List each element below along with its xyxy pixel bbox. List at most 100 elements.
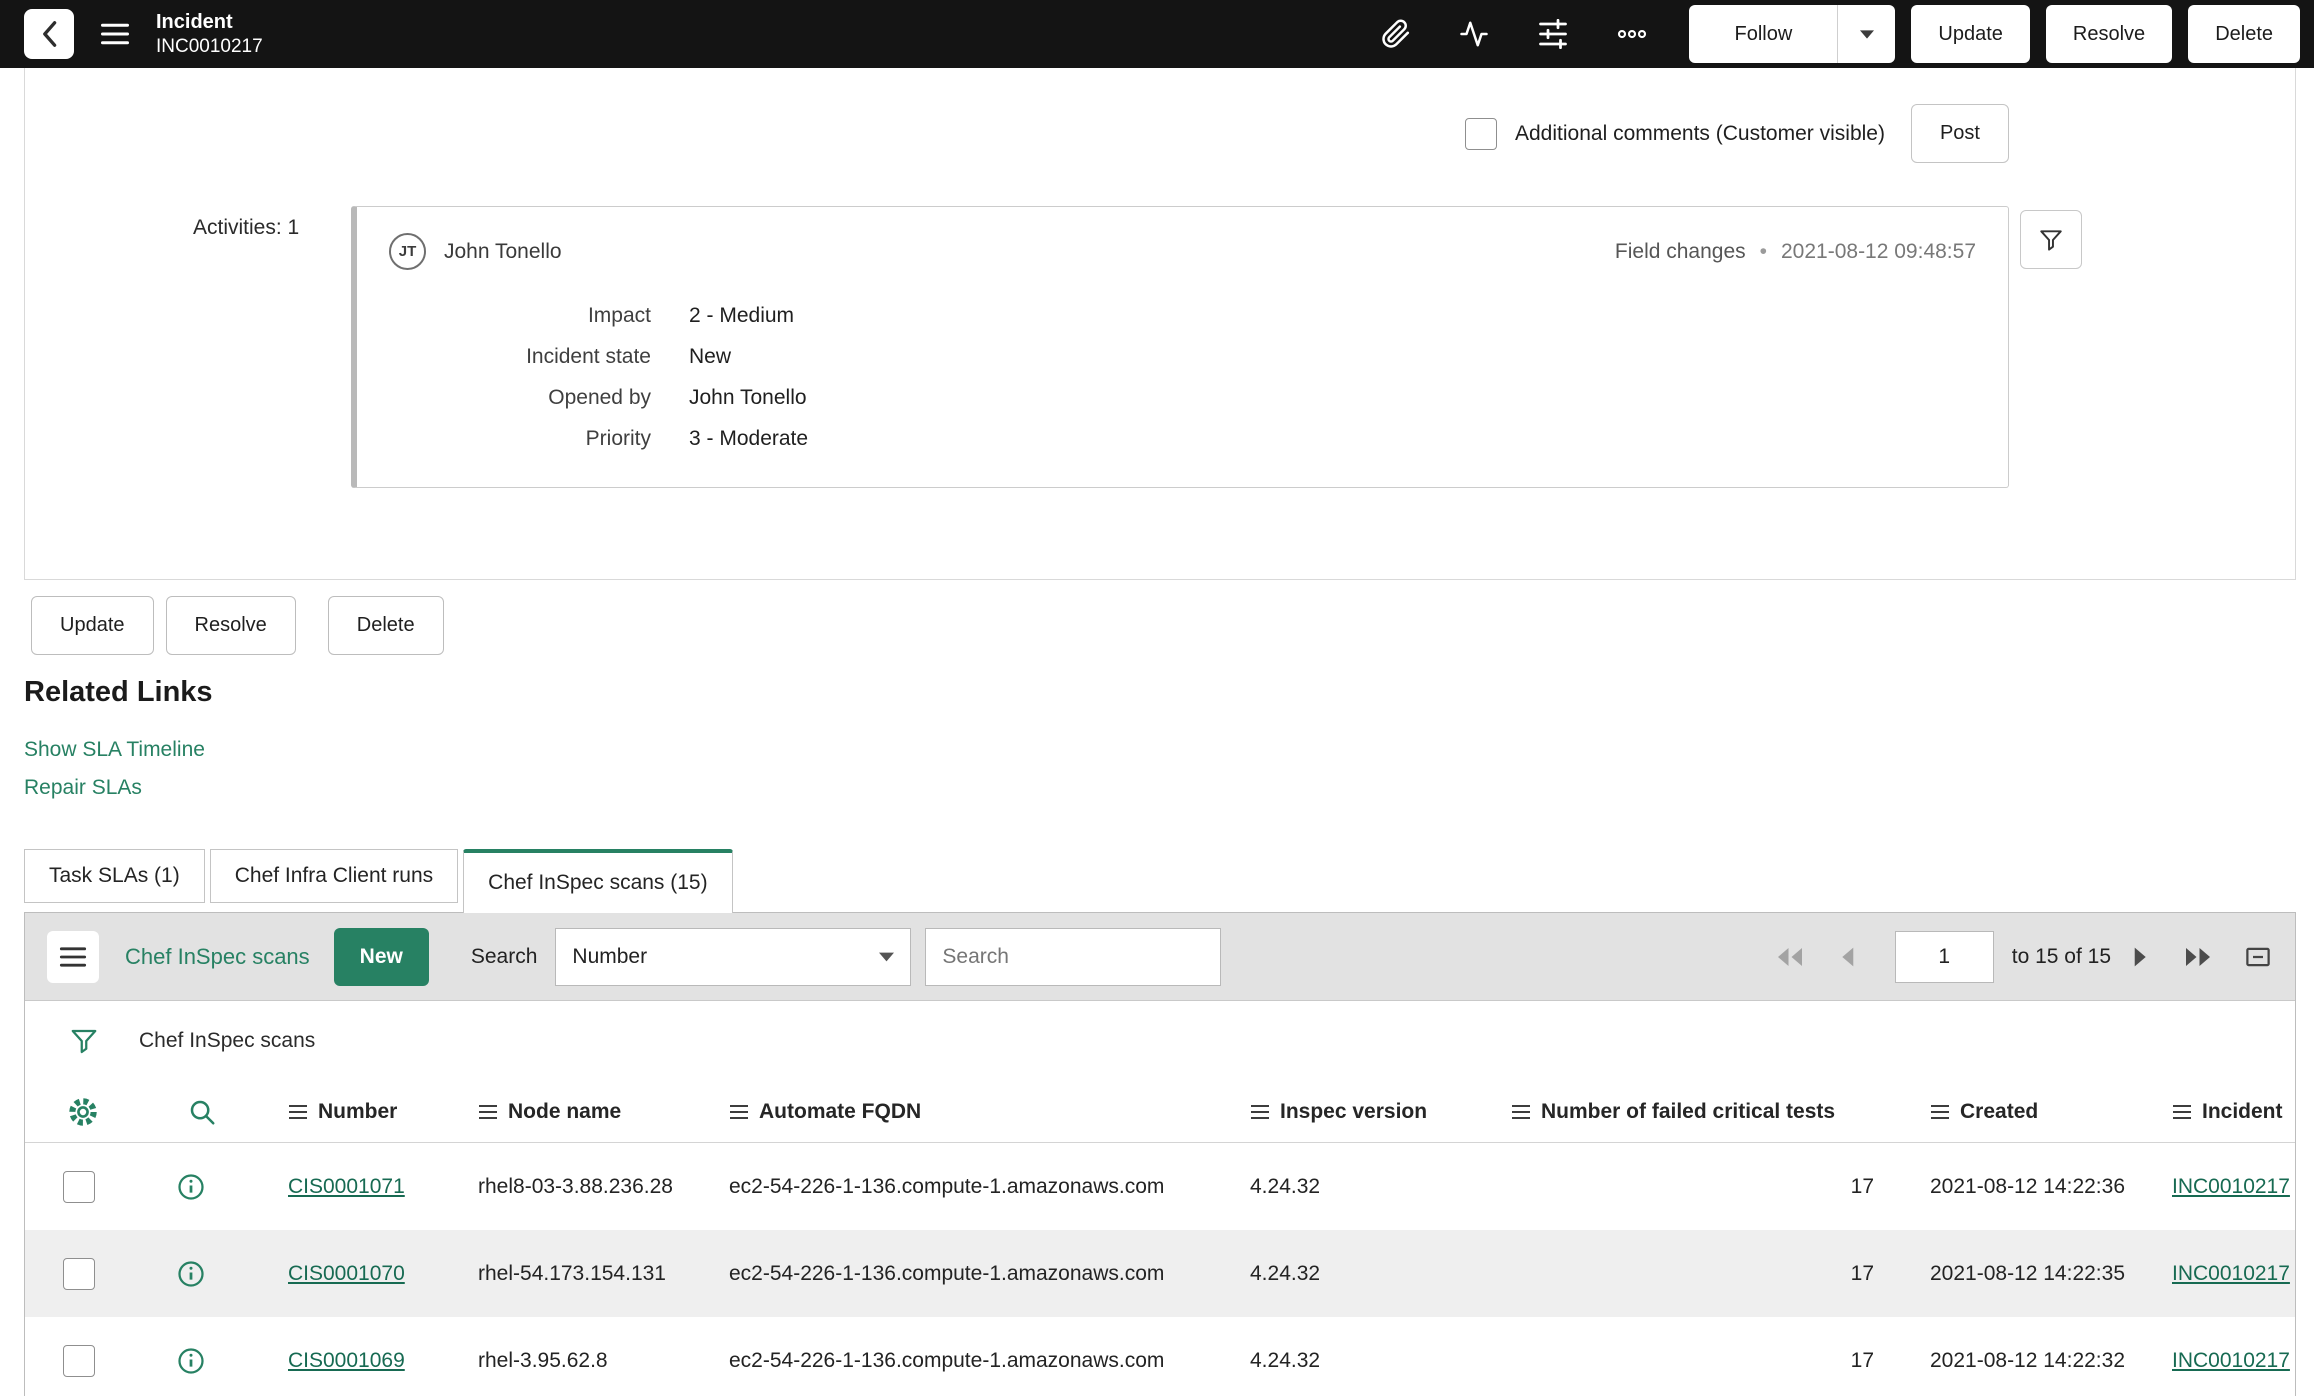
show-sla-timeline-link[interactable]: Show SLA Timeline — [24, 738, 205, 762]
column-header-label: Inspec version — [1280, 1099, 1428, 1123]
row-select-checkbox[interactable] — [63, 1344, 95, 1377]
automate-fqdn-cell: ec2-54-226-1-136.compute-1.amazonaws.com — [729, 1261, 1165, 1285]
activity-field-value: 3 - Moderate — [689, 427, 809, 450]
pagination-range: to 15 of 15 — [2011, 944, 2111, 968]
column-menu-icon — [478, 1104, 498, 1120]
update-button[interactable]: Update — [1911, 5, 2030, 63]
column-header-failed-critical-tests[interactable]: Number of failed critical tests — [1486, 1100, 1905, 1124]
page-title: Incident — [156, 11, 233, 34]
context-menu-icon[interactable] — [100, 21, 130, 47]
column-header-label: Automate FQDN — [759, 1099, 922, 1123]
pagination-prev-button[interactable] — [1839, 946, 1855, 968]
column-header-number[interactable]: Number — [263, 1100, 453, 1124]
column-header-inspec-version[interactable]: Inspec version — [1225, 1100, 1486, 1124]
scan-number-link[interactable]: CIS0001071 — [288, 1175, 405, 1198]
search-label: Search — [470, 944, 538, 968]
meta-separator: • — [1759, 239, 1767, 263]
column-header-created[interactable]: Created — [1905, 1100, 2147, 1124]
chevron-down-icon — [879, 952, 895, 962]
inspec-version-cell: 4.24.32 — [1250, 1174, 1321, 1198]
column-header-incident[interactable]: Incident — [2147, 1100, 2295, 1124]
column-header-label: Number of failed critical tests — [1541, 1099, 1836, 1123]
header-icon-group — [1381, 19, 1649, 49]
list-search-button[interactable] — [140, 1097, 263, 1127]
search-input[interactable] — [925, 927, 1222, 986]
tab-task-slas[interactable]: Task SLAs (1) — [24, 849, 205, 903]
activity-timestamp: 2021-08-12 09:48:57 — [1781, 239, 1976, 263]
record-preview-button[interactable] — [140, 1172, 263, 1202]
follow-caret-button[interactable] — [1837, 5, 1895, 63]
incident-link[interactable]: INC0010217 — [2172, 1175, 2290, 1198]
table-row: CIS0001070 rhel-54.173.154.131 ec2-54-22… — [25, 1230, 2295, 1317]
column-header-label: Created — [1960, 1099, 2039, 1123]
back-button[interactable] — [24, 9, 74, 59]
failed-tests-cell: 17 — [1850, 1261, 1874, 1285]
repair-slas-link[interactable]: Repair SLAs — [24, 776, 142, 800]
additional-comments-checkbox[interactable] — [1465, 117, 1497, 150]
search-field-value: Number — [572, 944, 648, 968]
node-name-cell: rhel-3.95.62.8 — [478, 1348, 608, 1372]
column-header-automate-fqdn[interactable]: Automate FQDN — [704, 1100, 1225, 1124]
new-button[interactable]: New — [333, 927, 429, 986]
funnel-icon — [2038, 227, 2064, 253]
personalize-form-icon[interactable] — [1537, 19, 1569, 49]
personalize-list-button[interactable] — [25, 1096, 140, 1128]
node-name-cell: rhel-54.173.154.131 — [478, 1261, 666, 1285]
activity-stream-icon[interactable] — [1457, 19, 1491, 49]
resolve-button-footer[interactable]: Resolve — [165, 596, 296, 655]
info-icon — [176, 1172, 206, 1202]
column-menu-icon — [729, 1104, 749, 1120]
column-menu-icon — [1930, 1104, 1950, 1120]
pagination-next-button[interactable] — [2133, 946, 2149, 968]
update-button-footer[interactable]: Update — [31, 596, 154, 655]
author-name: John Tonello — [444, 239, 562, 263]
pagination-first-button[interactable] — [1775, 946, 1805, 968]
pagination-last-button[interactable] — [2183, 946, 2213, 968]
filter-funnel-icon[interactable] — [69, 1026, 99, 1056]
search-field-select[interactable]: Number — [555, 927, 912, 986]
follow-button[interactable]: Follow — [1689, 5, 1837, 63]
breadcrumb[interactable]: Chef InSpec scans — [139, 1029, 315, 1053]
post-button[interactable]: Post — [1910, 104, 2009, 163]
related-lists-tabs: Task SLAs (1) Chef Infra Client runs Che… — [24, 849, 738, 913]
inspec-version-cell: 4.24.32 — [1250, 1261, 1321, 1285]
attachment-icon[interactable] — [1381, 19, 1411, 49]
list-context-menu-button[interactable] — [47, 930, 99, 983]
column-menu-icon — [2172, 1104, 2192, 1120]
resolve-button[interactable]: Resolve — [2045, 5, 2173, 63]
header-actions: Follow Update Resolve Delete — [1689, 5, 2300, 63]
activity-field-label: Priority — [585, 427, 651, 450]
activity-filter-button[interactable] — [2020, 210, 2082, 269]
row-select-checkbox[interactable] — [63, 1257, 95, 1290]
more-options-icon[interactable] — [1615, 19, 1649, 49]
tab-chef-infra-client-runs[interactable]: Chef Infra Client runs — [209, 849, 459, 903]
list-title[interactable]: Chef InSpec scans — [125, 944, 310, 970]
incident-link[interactable]: INC0010217 — [2172, 1262, 2290, 1285]
table-row: CIS0001071 rhel8-03-3.88.236.28 ec2-54-2… — [25, 1143, 2295, 1230]
delete-button-footer[interactable]: Delete — [327, 596, 444, 655]
page-input[interactable] — [1894, 930, 1994, 983]
list-breadcrumb-row: Chef InSpec scans — [25, 1001, 2295, 1081]
record-preview-button[interactable] — [140, 1346, 263, 1376]
record-title-block: Incident INC0010217 — [156, 10, 263, 58]
activity-field-label: Opened by — [548, 386, 651, 409]
record-preview-button[interactable] — [140, 1259, 263, 1289]
related-links-heading: Related Links — [24, 676, 213, 708]
delete-button[interactable]: Delete — [2188, 5, 2300, 63]
chef-inspec-scans-list: Chef InSpec scans New Search Number to 1… — [24, 912, 2296, 1396]
activity-meta: Field changes • 2021-08-12 09:48:57 — [1615, 240, 1976, 264]
table-row: CIS0001069 rhel-3.95.62.8 ec2-54-226-1-1… — [25, 1317, 2295, 1396]
collapse-list-button[interactable] — [2243, 942, 2273, 972]
activities-count: Activities: 1 — [193, 216, 300, 239]
column-header-node-name[interactable]: Node name — [453, 1100, 704, 1124]
incident-link[interactable]: INC0010217 — [2172, 1349, 2290, 1372]
top-header-bar: Incident INC0010217 Follow Update Resolv… — [0, 0, 2314, 68]
scan-number-link[interactable]: CIS0001069 — [288, 1349, 405, 1372]
additional-comments-row: Additional comments (Customer visible) P… — [1465, 104, 2009, 163]
tab-chef-inspec-scans[interactable]: Chef InSpec scans (15) — [463, 849, 733, 913]
back-chevron-icon — [39, 20, 59, 48]
row-select-checkbox[interactable] — [63, 1170, 95, 1203]
form-footer-buttons: Update Resolve Delete — [31, 596, 444, 655]
scan-number-link[interactable]: CIS0001070 — [288, 1262, 405, 1285]
node-name-cell: rhel8-03-3.88.236.28 — [478, 1174, 673, 1198]
